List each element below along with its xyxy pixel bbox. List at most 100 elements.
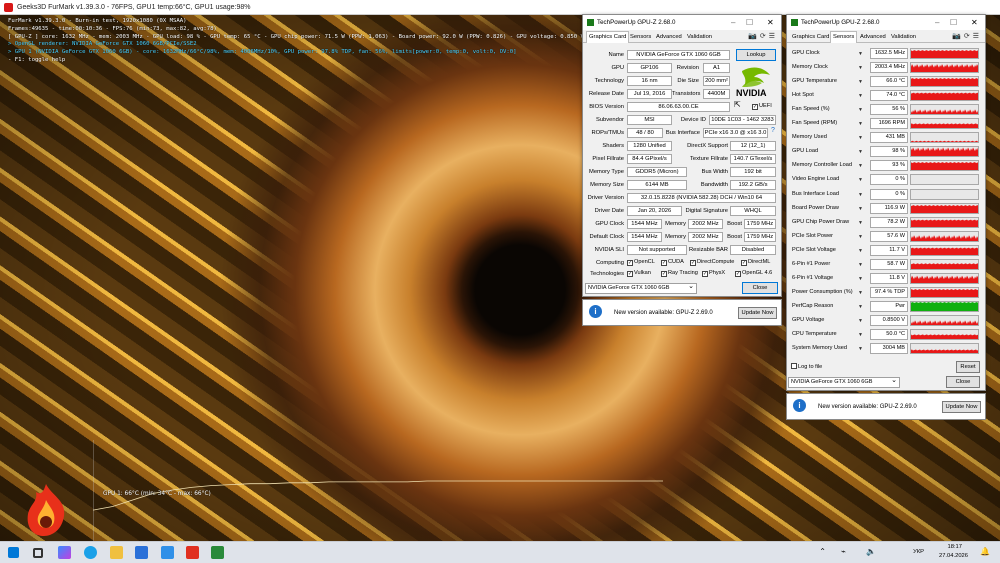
check-vulkan[interactable]: ✓ Vulkan <box>627 270 651 277</box>
sensor-label[interactable]: Memory Clock <box>792 62 868 73</box>
sensor-label[interactable]: GPU Chip Power Draw <box>792 217 868 228</box>
sensor-label[interactable]: 6-Pin #1 Voltage <box>792 273 868 284</box>
edge-icon[interactable] <box>84 546 97 559</box>
chevron-down-icon[interactable]: ▼ <box>858 206 863 212</box>
check-directcompute[interactable]: ✓ DirectCompute <box>690 259 734 266</box>
copilot-icon[interactable] <box>58 546 71 559</box>
check-cuda[interactable]: ✓ CUDA <box>661 259 684 266</box>
sensor-label[interactable]: Memory Used <box>792 132 868 143</box>
sensor-graph-svg <box>911 234 978 241</box>
chevron-down-icon[interactable]: ▼ <box>858 177 863 183</box>
sensor-label[interactable]: PerfCap Reason <box>792 301 868 312</box>
gpuz1-titlebar[interactable]: TechPowerUp GPU-Z 2.68.0 – ☐ ✕ <box>583 15 781 30</box>
task-view-icon[interactable] <box>33 548 43 558</box>
tab-validation[interactable]: Validation <box>685 32 714 43</box>
sensor-label[interactable]: GPU Temperature <box>792 76 868 87</box>
sensor-label[interactable]: GPU Clock <box>792 48 868 59</box>
reset-button[interactable]: Reset <box>956 361 980 373</box>
gpuz-taskbar-icon[interactable] <box>211 546 224 559</box>
file-explorer-icon[interactable] <box>110 546 123 559</box>
language-indicator[interactable]: УКР <box>913 549 924 555</box>
outlook-icon[interactable] <box>161 546 174 559</box>
chevron-down-icon[interactable]: ▼ <box>858 276 863 282</box>
minimize-icon[interactable]: – <box>731 15 735 30</box>
chevron-down-icon[interactable]: ▼ <box>858 121 863 127</box>
gpu-select-dropdown[interactable]: NVIDIA GeForce GTX 1060 6GB <box>585 282 697 294</box>
toolbar-icons[interactable]: 📷⟳☰ <box>748 32 778 40</box>
sensor-label[interactable]: 6-Pin #1 Power <box>792 259 868 270</box>
chevron-down-icon[interactable]: ▼ <box>858 220 863 226</box>
sensor-label[interactable]: GPU Load <box>792 146 868 157</box>
check-ray-tracing[interactable]: ✓ Ray Tracing <box>661 270 698 277</box>
lookup-button[interactable]: Lookup <box>736 49 776 61</box>
chevron-down-icon[interactable]: ▼ <box>858 346 863 352</box>
chevron-down-icon[interactable]: ▼ <box>858 93 863 99</box>
sensor-label[interactable]: Memory Controller Load <box>792 160 868 171</box>
chevron-down-icon[interactable]: ▼ <box>858 248 863 254</box>
store-icon[interactable] <box>135 546 148 559</box>
chevron-down-icon[interactable]: ▼ <box>858 163 863 169</box>
close-button-2[interactable]: Close <box>946 376 980 388</box>
maximize-icon[interactable]: ☐ <box>950 15 957 30</box>
toolbar-icons[interactable]: 📷⟳☰ <box>952 32 982 40</box>
tab-validation[interactable]: Validation <box>889 32 918 43</box>
chevron-down-icon[interactable]: ▼ <box>858 51 863 57</box>
share-icon[interactable]: ⇱ <box>734 100 741 109</box>
log-to-file-checkbox[interactable]: Log to file <box>791 363 822 370</box>
help-icon[interactable]: ? <box>771 127 775 134</box>
furmark-titlebar[interactable]: Geeks3D FurMark v1.39.3.0 - 76FPS, GPU1 … <box>0 0 1000 15</box>
start-icon[interactable] <box>8 547 19 558</box>
notifications-icon[interactable]: 🔔 <box>980 547 990 556</box>
sensor-label[interactable]: CPU Temperature <box>792 329 868 340</box>
network-icon[interactable]: ⌁ <box>841 547 846 556</box>
chevron-down-icon[interactable]: ▼ <box>858 332 863 338</box>
sensor-label[interactable]: PCIe Slot Voltage <box>792 245 868 256</box>
tab-advanced[interactable]: Advanced <box>654 32 684 43</box>
gpuz2-titlebar[interactable]: TechPowerUp GPU-Z 2.68.0 – ☐ ✕ <box>787 15 985 30</box>
sensor-label[interactable]: Board Power Draw <box>792 203 868 214</box>
check-opengl[interactable]: ✓ OpenGL 4.6 <box>735 270 772 277</box>
minimize-icon[interactable]: – <box>935 15 939 30</box>
chevron-down-icon[interactable]: ▼ <box>858 192 863 198</box>
sensor-label[interactable]: Bus Interface Load <box>792 189 868 200</box>
furmark-taskbar-icon[interactable] <box>186 546 199 559</box>
update-now-button-2[interactable]: Update Now <box>942 401 981 413</box>
clock-date[interactable]: 27.04.2026 <box>939 553 968 559</box>
chevron-down-icon[interactable]: ▼ <box>858 149 863 155</box>
close-button[interactable]: Close <box>742 282 778 294</box>
uefi-checkbox[interactable]: ✓ UEFI <box>752 103 772 110</box>
chevron-down-icon[interactable]: ▼ <box>858 65 863 71</box>
chevron-up-icon[interactable]: ⌃ <box>819 547 826 556</box>
check-physx[interactable]: ✓ PhysX <box>702 270 725 277</box>
tab-sensors[interactable]: Sensors <box>830 31 858 43</box>
sensor-label[interactable]: PCIe Slot Power <box>792 231 868 242</box>
sensor-label[interactable]: Power Consumption (%) <box>792 287 868 298</box>
sensor-label[interactable]: Fan Speed (%) <box>792 104 868 115</box>
close-icon[interactable]: ✕ <box>971 15 978 30</box>
gpu-select-dropdown-2[interactable]: NVIDIA GeForce GTX 1060 6GB <box>788 376 900 388</box>
chevron-down-icon[interactable]: ▼ <box>858 79 863 85</box>
tab-graphics-card[interactable]: Graphics Card <box>790 32 831 43</box>
sensor-label[interactable]: Video Engine Load <box>792 174 868 185</box>
maximize-icon[interactable]: ☐ <box>746 15 753 30</box>
chevron-down-icon[interactable]: ▼ <box>858 318 863 324</box>
tab-advanced[interactable]: Advanced <box>858 32 888 43</box>
close-icon[interactable]: ✕ <box>767 15 774 30</box>
check-opencl[interactable]: ✓ OpenCL <box>627 259 655 266</box>
chevron-down-icon[interactable]: ▼ <box>858 304 863 310</box>
tab-sensors[interactable]: Sensors <box>628 32 653 43</box>
sensor-label[interactable]: GPU Voltage <box>792 315 868 326</box>
volume-icon[interactable]: 🔈 <box>866 547 876 556</box>
sensor-label[interactable]: Fan Speed (RPM) <box>792 118 868 129</box>
sensor-label[interactable]: System Memory Used <box>792 343 868 354</box>
chevron-down-icon[interactable]: ▼ <box>858 290 863 296</box>
chevron-down-icon[interactable]: ▼ <box>858 234 863 240</box>
tab-graphics-card[interactable]: Graphics Card <box>586 31 630 43</box>
chevron-down-icon[interactable]: ▼ <box>858 107 863 113</box>
clock-time[interactable]: 18:17 <box>947 544 962 550</box>
update-now-button[interactable]: Update Now <box>738 307 777 319</box>
check-directml[interactable]: ✓ DirectML <box>741 259 770 266</box>
chevron-down-icon[interactable]: ▼ <box>858 262 863 268</box>
sensor-label[interactable]: Hot Spot <box>792 90 868 101</box>
chevron-down-icon[interactable]: ▼ <box>858 135 863 141</box>
